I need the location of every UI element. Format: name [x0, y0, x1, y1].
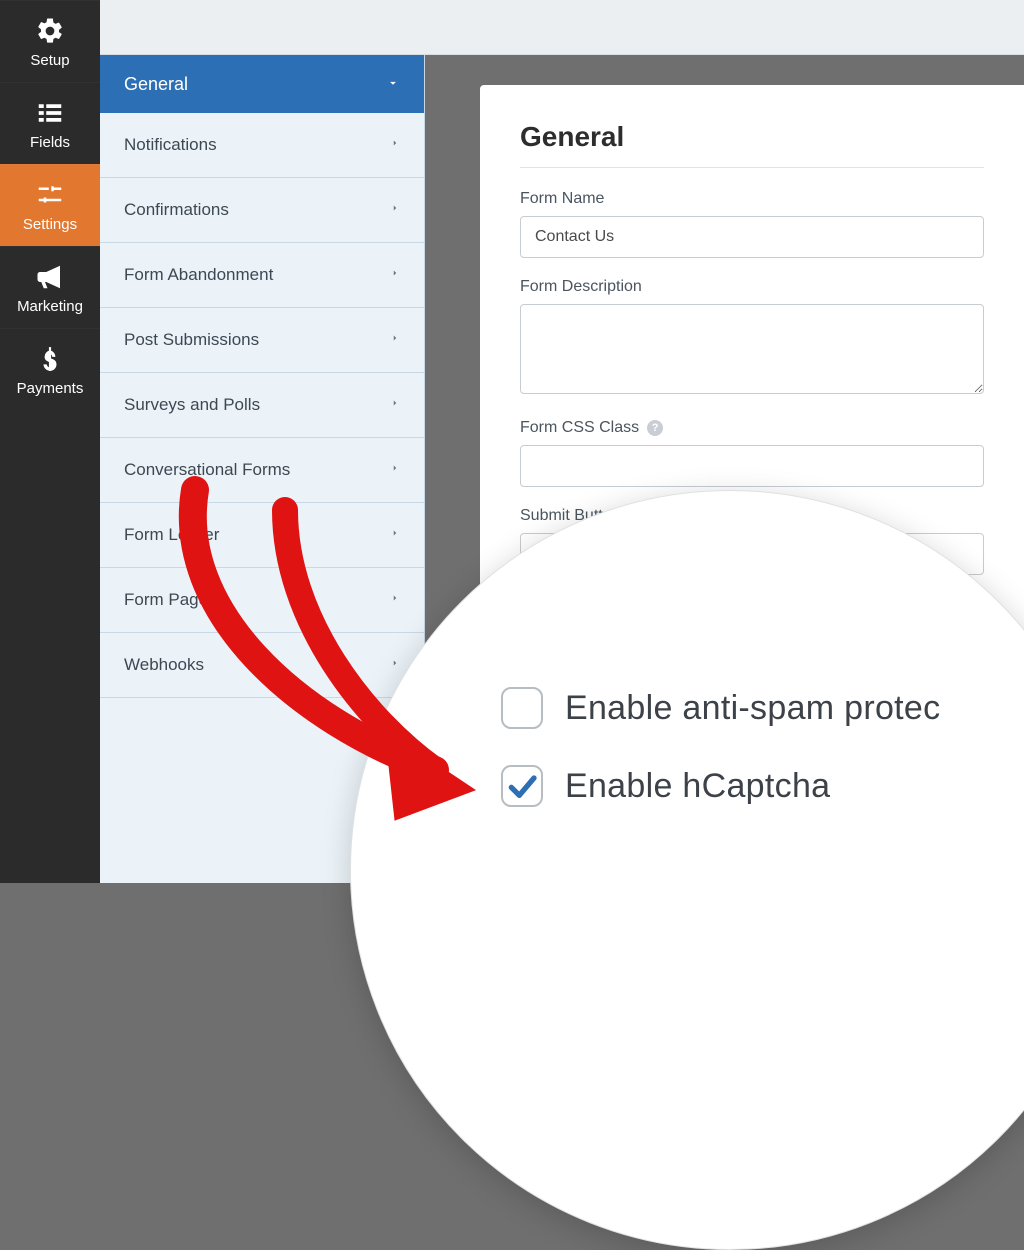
chevron-right-icon — [390, 525, 400, 546]
sidepanel-row-form-locker[interactable]: Form Locker — [100, 503, 424, 568]
list-icon — [33, 96, 67, 130]
sidepanel-row-post-submissions[interactable]: Post Submissions — [100, 308, 424, 373]
sidepanel-header-general[interactable]: General — [100, 55, 424, 113]
chevron-right-icon — [390, 655, 400, 676]
sidepanel-row-label: Form Abandonment — [124, 265, 273, 285]
dollar-icon — [33, 342, 67, 376]
sidepanel-row-label: Form Pages — [124, 590, 217, 610]
sidepanel-row-label: Confirmations — [124, 200, 229, 220]
checkbox-icon[interactable] — [501, 687, 543, 729]
chevron-right-icon — [390, 265, 400, 286]
form-css-label-text: Form CSS Class — [520, 419, 639, 437]
form-css-label: Form CSS Class ? — [520, 419, 984, 437]
sidepanel-row-form-abandonment[interactable]: Form Abandonment — [100, 243, 424, 308]
iconbar-label: Settings — [23, 216, 77, 233]
checkbox-row-hcaptcha[interactable]: Enable hCaptcha — [501, 765, 1024, 807]
chevron-right-icon — [390, 395, 400, 416]
iconbar-item-marketing[interactable]: Marketing — [0, 246, 100, 328]
form-description-textarea[interactable] — [520, 304, 984, 394]
sidepanel-row-webhooks[interactable]: Webhooks — [100, 633, 424, 698]
sidepanel-row-form-pages[interactable]: Form Pages — [100, 568, 424, 633]
iconbar-label: Fields — [30, 134, 70, 151]
sidepanel-row-confirmations[interactable]: Confirmations — [100, 178, 424, 243]
sliders-icon — [33, 178, 67, 212]
checkbox-checked-icon[interactable] — [501, 765, 543, 807]
topbar — [100, 0, 1024, 55]
field-form-description: Form Description — [520, 278, 984, 399]
checkbox-label: Enable hCaptcha — [565, 767, 830, 806]
sidepanel-row-label: Form Locker — [124, 525, 219, 545]
sidepanel-row-label: Notifications — [124, 135, 217, 155]
chevron-right-icon — [390, 200, 400, 221]
iconbar: Setup Fields Settings Marketing Payments — [0, 0, 100, 883]
sidepanel-row-surveys-polls[interactable]: Surveys and Polls — [100, 373, 424, 438]
card-title: General — [520, 121, 984, 168]
chevron-right-icon — [390, 330, 400, 351]
sidepanel-row-label: Conversational Forms — [124, 460, 290, 480]
sidepanel-row-label: Webhooks — [124, 655, 204, 675]
sidepanel-header-label: General — [124, 74, 188, 95]
field-form-name: Form Name — [520, 190, 984, 258]
iconbar-item-setup[interactable]: Setup — [0, 0, 100, 82]
chevron-down-icon — [386, 74, 400, 95]
form-description-label: Form Description — [520, 278, 984, 296]
iconbar-label: Marketing — [17, 298, 83, 315]
iconbar-label: Setup — [30, 52, 69, 69]
iconbar-item-fields[interactable]: Fields — [0, 82, 100, 164]
sidepanel-row-notifications[interactable]: Notifications — [100, 113, 424, 178]
field-form-css-class: Form CSS Class ? — [520, 419, 984, 487]
sidepanel-row-conversational-forms[interactable]: Conversational Forms — [100, 438, 424, 503]
sidepanel-row-label: Surveys and Polls — [124, 395, 260, 415]
chevron-right-icon — [390, 135, 400, 156]
gear-icon — [33, 14, 67, 48]
sidepanel-row-label: Post Submissions — [124, 330, 259, 350]
iconbar-item-settings[interactable]: Settings — [0, 164, 100, 246]
iconbar-label: Payments — [17, 380, 84, 397]
checkbox-row-anti-spam[interactable]: Enable anti-spam protec — [501, 687, 1024, 729]
bullhorn-icon — [33, 260, 67, 294]
form-name-input[interactable] — [520, 216, 984, 258]
help-icon[interactable]: ? — [647, 420, 663, 436]
chevron-right-icon — [390, 590, 400, 611]
chevron-right-icon — [390, 460, 400, 481]
checkbox-label: Enable anti-spam protec — [565, 689, 940, 728]
form-css-input[interactable] — [520, 445, 984, 487]
form-name-label: Form Name — [520, 190, 984, 208]
iconbar-item-payments[interactable]: Payments — [0, 328, 100, 410]
